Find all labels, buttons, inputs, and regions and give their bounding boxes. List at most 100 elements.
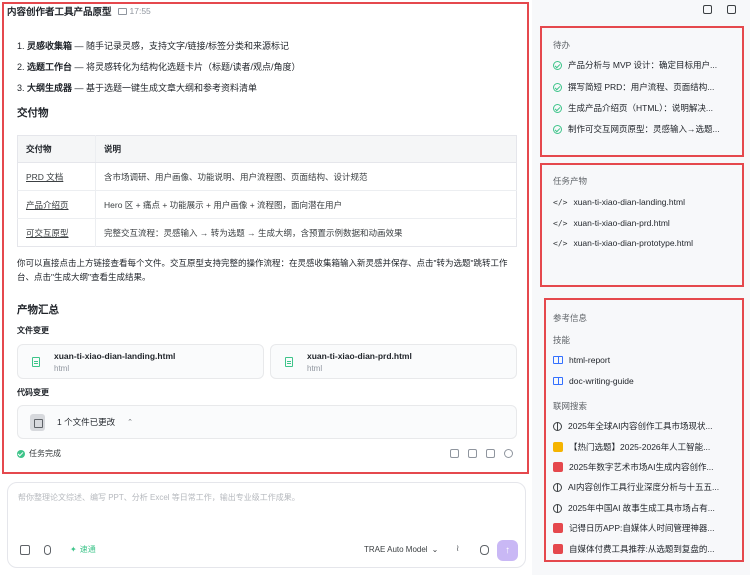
table-row: 可交互原型 完整交互流程：灵感输入 → 转为选题 → 生成大纲，含预置示例数据和… bbox=[17, 218, 517, 247]
file-type: html bbox=[307, 363, 323, 373]
landing-page-link[interactable]: 产品介绍页 bbox=[26, 200, 69, 210]
skill-item[interactable]: doc-writing-guide bbox=[553, 376, 634, 386]
thumbs-up-icon[interactable] bbox=[450, 449, 459, 458]
speed-label: 速通 bbox=[79, 545, 96, 554]
refresh-icon[interactable] bbox=[504, 449, 513, 458]
composer: ✦ 速通 TRAE Auto Model ⌄ ≀ ↑ bbox=[7, 482, 526, 568]
chevron-down-icon: ⌄ bbox=[431, 545, 439, 554]
todo-item[interactable]: 撰写简短 PRD：用户流程、页面结构... bbox=[553, 81, 714, 93]
todo-item[interactable]: 生成产品介绍页（HTML）：说明解决... bbox=[553, 102, 713, 114]
artifact-item[interactable]: </> xuan-ti-xiao-dian-prototype.html bbox=[553, 238, 693, 248]
feature-num: 3. bbox=[17, 83, 25, 93]
document-icon bbox=[30, 413, 45, 431]
artifact-name: xuan-ti-xiao-dian-prd.html bbox=[573, 218, 670, 228]
table-header: 说明 bbox=[95, 135, 517, 163]
check-circle-icon bbox=[17, 449, 25, 458]
skill-item[interactable]: html-report bbox=[553, 355, 610, 365]
message-content: 1. 灵感收集箱 — 随手记录灵感，支持文字/链接/标签分类和来源标记 2. 选… bbox=[17, 40, 517, 459]
code-change-text: 1 个文件已更改 bbox=[57, 417, 116, 427]
feature-desc: — 基于选题一键生成文章大纲和参考资料清单 bbox=[72, 83, 258, 93]
paperclip-icon[interactable] bbox=[44, 545, 51, 555]
model-selector[interactable]: TRAE Auto Model ⌄ bbox=[364, 545, 438, 554]
web-result[interactable]: 【热门选题】2025-2026年人工智能... bbox=[553, 441, 710, 453]
expand-icon[interactable] bbox=[727, 5, 736, 14]
thumbs-down-icon[interactable] bbox=[468, 449, 477, 458]
web-result[interactable]: 2025年全球AI内容创作工具市场现状... bbox=[553, 420, 713, 432]
send-button[interactable]: ↑ bbox=[497, 540, 518, 561]
web-result[interactable]: 2025年中国AI 故事生成工具市场占有... bbox=[553, 502, 715, 514]
web-result-title: 记得日历APP:自媒体人时间管理神器... bbox=[569, 523, 715, 533]
table-row: PRD 文档 含市场调研、用户画像、功能说明、用户流程图、页面结构、设计规范 bbox=[17, 162, 517, 191]
files-label: 文件变更 bbox=[17, 326, 49, 335]
todo-title: 待办 bbox=[553, 40, 571, 50]
task-status-text: 任务完成 bbox=[29, 449, 61, 458]
panel-toggle-icon[interactable] bbox=[703, 5, 712, 14]
status-row: 任务完成 bbox=[17, 448, 517, 459]
web-result[interactable]: 记得日历APP:自媒体人时间管理神器... bbox=[553, 522, 714, 534]
chat-time-text: 17:55 bbox=[129, 6, 151, 16]
site-favicon-icon bbox=[553, 523, 563, 533]
prd-doc-link[interactable]: PRD 文档 bbox=[26, 172, 63, 182]
feature-item: 1. 灵感收集箱 — 随手记录灵感，支持文字/链接/标签分类和来源标记 bbox=[17, 40, 517, 61]
table-cell: 含市场调研、用户画像、功能说明、用户流程图、页面结构、设计规范 bbox=[95, 162, 517, 191]
site-favicon-icon bbox=[553, 544, 563, 554]
web-search-label: 联网搜索 bbox=[553, 401, 588, 411]
microphone-icon[interactable] bbox=[480, 545, 489, 555]
chevron-expand-icon: ⌃ bbox=[127, 419, 133, 426]
waveform-icon[interactable]: ≀ bbox=[456, 543, 465, 553]
todo-text: 产品分析与 MVP 设计：确定目标用户... bbox=[568, 60, 718, 70]
table-header-row: 交付物 说明 bbox=[17, 135, 517, 163]
file-card-landing[interactable]: xuan-ti-xiao-dian-landing.html html bbox=[17, 344, 264, 379]
side-panel: 待办 产品分析与 MVP 设计：确定目标用户... 撰写简短 PRD：用户流程、… bbox=[532, 0, 750, 575]
file-card-prd[interactable]: xuan-ti-xiao-dian-prd.html html bbox=[270, 344, 517, 379]
edit-icon[interactable] bbox=[20, 545, 30, 555]
prototype-link[interactable]: 可交互原型 bbox=[26, 228, 69, 238]
speed-toggle[interactable]: ✦ 速通 bbox=[70, 544, 96, 555]
web-result-title: 2025年全球AI内容创作工具市场现状... bbox=[568, 421, 713, 431]
table-cell: 完整交互流程：灵感输入 → 转为选题 → 生成大纲，含预置示例数据和动画效果 bbox=[104, 227, 403, 238]
feature-desc: — 将灵感转化为结构化选题卡片（标题/读者/观点/角度） bbox=[72, 62, 301, 72]
deliverables-table: 交付物 说明 PRD 文档 含市场调研、用户画像、功能说明、用户流程图、页面结构… bbox=[17, 135, 517, 247]
todo-text: 生成产品介绍页（HTML）：说明解决... bbox=[568, 103, 713, 113]
todo-item[interactable]: 产品分析与 MVP 设计：确定目标用户... bbox=[553, 59, 717, 71]
code-change-card[interactable]: 1 个文件已更改 ⌃ bbox=[17, 405, 517, 439]
artifacts-title: 任务产物 bbox=[553, 176, 588, 186]
sparkle-icon: ✦ bbox=[70, 545, 77, 554]
feature-name: 选题工作台 bbox=[27, 62, 73, 72]
file-name: xuan-ti-xiao-dian-prd.html bbox=[307, 350, 412, 361]
artifact-item[interactable]: </> xuan-ti-xiao-dian-prd.html bbox=[553, 218, 670, 228]
feature-name: 灵感收集箱 bbox=[27, 41, 73, 51]
web-result-title: 2025年中国AI 故事生成工具市场占有... bbox=[568, 503, 715, 513]
check-circle-icon bbox=[553, 82, 562, 92]
web-result[interactable]: 自媒体付费工具推荐:从选题到复盘的... bbox=[553, 543, 714, 555]
file-type: html bbox=[54, 363, 70, 373]
skill-name: doc-writing-guide bbox=[569, 376, 634, 386]
globe-icon bbox=[553, 482, 562, 492]
file-name: xuan-ti-xiao-dian-landing.html bbox=[54, 350, 176, 361]
globe-icon bbox=[553, 503, 562, 513]
feature-name: 大纲生成器 bbox=[27, 83, 73, 93]
check-circle-icon bbox=[553, 60, 562, 70]
book-icon bbox=[553, 377, 563, 385]
site-favicon-icon bbox=[553, 462, 563, 472]
folder-icon bbox=[117, 7, 127, 15]
code-icon: </> bbox=[553, 197, 568, 207]
artifact-item[interactable]: </> xuan-ti-xiao-dian-landing.html bbox=[553, 197, 685, 207]
web-result[interactable]: 2025年数字艺术市场AI生成内容创作... bbox=[553, 461, 714, 473]
todo-item[interactable]: 制作可交互网页原型：灵感输入→选题... bbox=[553, 123, 720, 135]
chat-header: 内容创作者工具产品原型 17:55 bbox=[7, 4, 151, 18]
web-result[interactable]: AI内容创作工具行业深度分析与十五五... bbox=[553, 481, 719, 493]
task-status: 任务完成 bbox=[17, 448, 61, 459]
feature-num: 2. bbox=[17, 62, 25, 72]
copy-icon[interactable] bbox=[486, 449, 495, 458]
feature-item: 3. 大纲生成器 — 基于选题一键生成文章大纲和参考资料清单 bbox=[17, 82, 517, 103]
html-file-icon bbox=[32, 356, 40, 367]
check-circle-icon bbox=[553, 103, 562, 113]
web-result-title: 2025年数字艺术市场AI生成内容创作... bbox=[569, 462, 714, 472]
globe-icon bbox=[553, 421, 562, 431]
summary-paragraph: 你可以直接点击上方链接查看每个文件。交互原型支持完整的操作流程：在灵感收集箱输入… bbox=[17, 258, 508, 282]
deliverables-heading: 交付物 bbox=[17, 107, 49, 119]
composer-input[interactable] bbox=[18, 493, 508, 502]
feature-num: 1. bbox=[17, 41, 25, 51]
message-actions bbox=[450, 449, 517, 458]
